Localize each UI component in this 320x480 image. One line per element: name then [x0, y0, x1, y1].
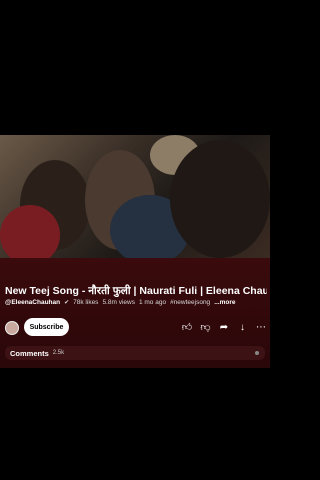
comments-count: 2.5k: [52, 350, 65, 356]
comments-label: Comments: [10, 348, 49, 358]
comments-section[interactable]: Comments 2.5k: [5, 346, 265, 360]
video-info-panel: New Teej Song - नौरती फुली | Naurati Ful…: [0, 258, 270, 368]
channel-avatar[interactable]: [5, 321, 19, 335]
verified-icon: ✔: [64, 300, 70, 306]
video-title[interactable]: New Teej Song - नौरती फुली | Naurati Ful…: [5, 284, 267, 298]
expand-indicator: [255, 351, 259, 355]
likes-count: 78k likes: [73, 299, 99, 306]
share-icon[interactable]: ➦: [217, 322, 231, 333]
hashtag-link[interactable]: #newteejsong: [170, 299, 210, 306]
views-count: 5.8m views: [102, 299, 135, 306]
action-bar: 👍︎ 👎︎ ➦ ↓ ⋯: [180, 320, 268, 334]
red-jacket: [0, 205, 60, 258]
download-icon[interactable]: ↓: [236, 322, 250, 333]
thumbs-down-icon[interactable]: 👎︎: [199, 321, 213, 333]
thumbs-up-icon[interactable]: 👍︎: [180, 321, 194, 333]
subscribe-button[interactable]: Subscribe: [24, 318, 69, 336]
more-icon[interactable]: ⋯: [254, 322, 268, 333]
video-player[interactable]: [0, 135, 270, 258]
more-link[interactable]: ...more: [214, 299, 235, 306]
channel-handle[interactable]: @EleenaChauhan: [5, 299, 60, 306]
person-foreground: [170, 140, 270, 258]
upload-age: 1 mo ago: [138, 299, 167, 306]
video-meta-row[interactable]: @EleenaChauhan ✔ 78k likes 5.8m views 1 …: [5, 299, 267, 306]
